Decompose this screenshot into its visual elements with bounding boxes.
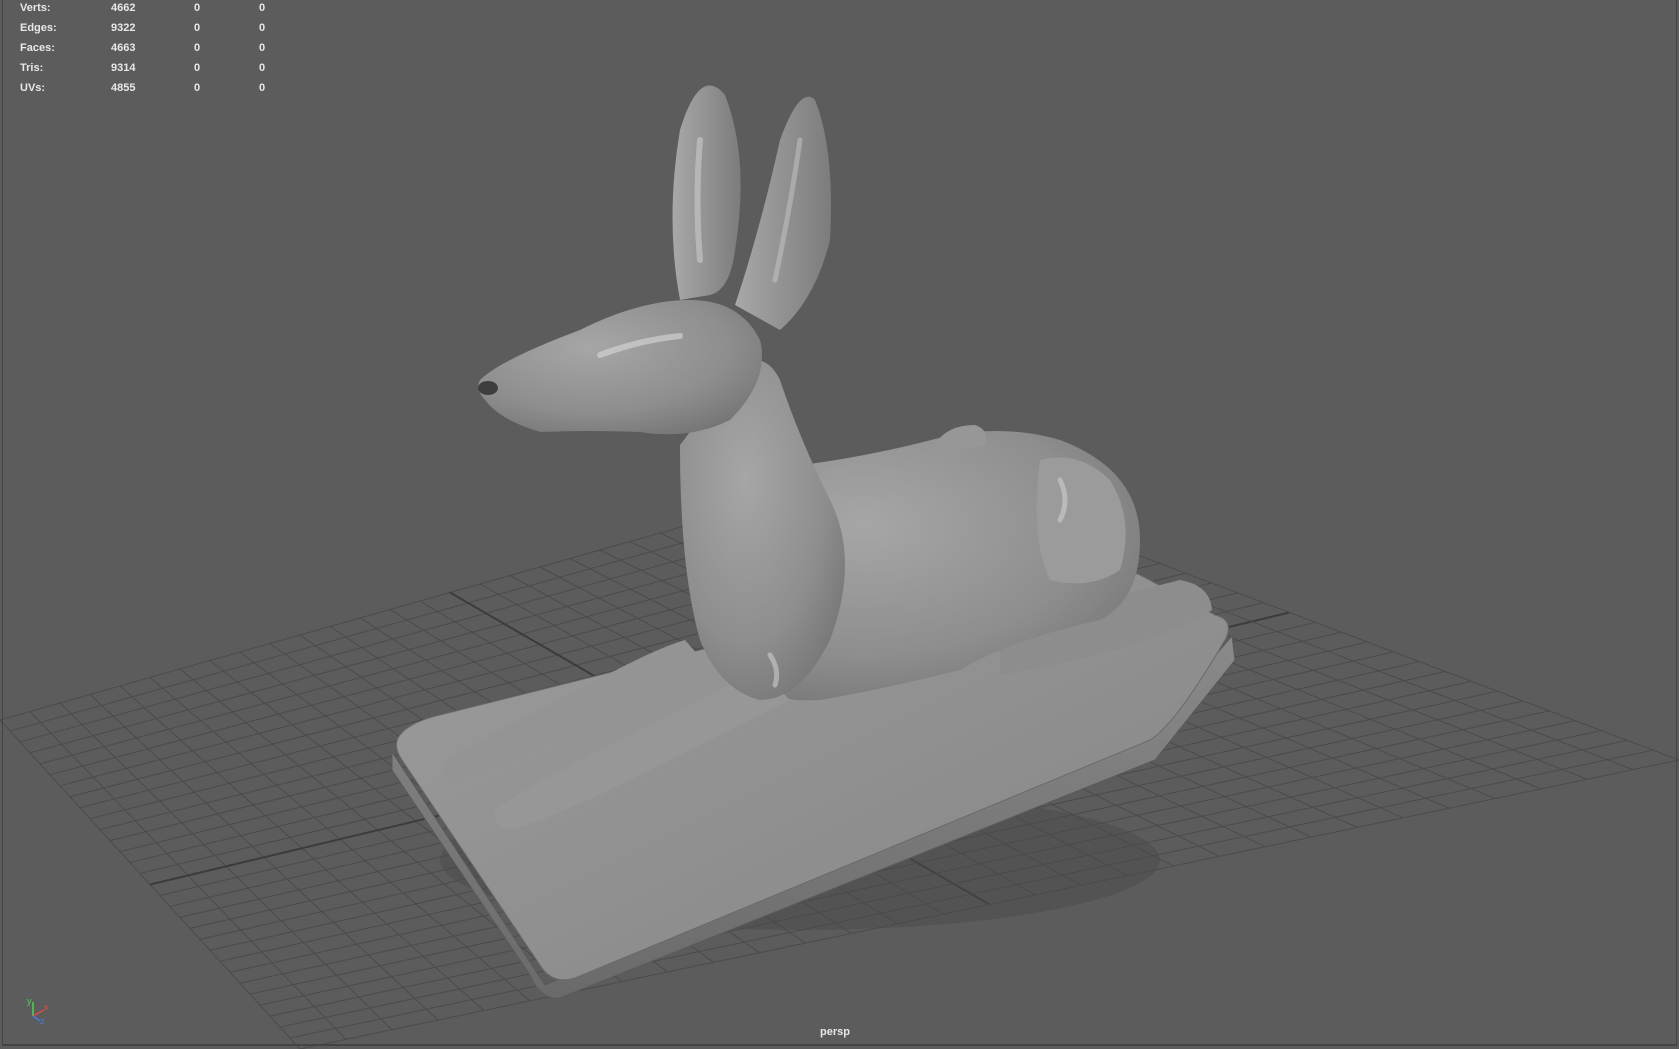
- y-axis-label: y: [27, 996, 32, 1006]
- hud-row-label: UVs:: [20, 82, 46, 94]
- axis-gizmo-icon: y x z: [27, 996, 49, 1024]
- hud-selected-value: 0: [194, 42, 201, 54]
- hud-row-label: Faces:: [20, 42, 55, 54]
- hud-selected-value: 0: [194, 22, 201, 34]
- hud-component-value: 0: [259, 22, 266, 34]
- hud-component-value: 0: [259, 42, 266, 54]
- 3d-viewport[interactable]: Verts: 4662 0 0 Edges: 9322 0 0 Faces: 4663 0 0 Tris…: [0, 0, 1679, 1049]
- z-axis-line: [32, 1015, 41, 1022]
- x-axis-label: x: [44, 1002, 49, 1012]
- hud-selected-value: 0: [194, 82, 201, 94]
- hud-selected-value: 0: [194, 2, 201, 14]
- z-axis-label: z: [40, 1016, 45, 1024]
- hud-total-value: 4663: [111, 42, 136, 54]
- hud-total-value: 9322: [111, 22, 136, 34]
- hud-component-value: 0: [259, 62, 266, 74]
- hud-total-value: 4662: [111, 2, 136, 14]
- hud-row-label: Tris:: [20, 62, 44, 74]
- hud-component-value: 0: [259, 2, 266, 14]
- hud-component-value: 0: [259, 82, 266, 94]
- hud-row-label: Edges:: [20, 22, 57, 34]
- hud-total-value: 4855: [111, 82, 136, 94]
- hud-selected-value: 0: [194, 62, 201, 74]
- scene-canvas[interactable]: [0, 0, 1679, 1049]
- camera-name-label: persp: [820, 1026, 850, 1038]
- hud-total-value: 9314: [111, 62, 136, 74]
- jackal-statue-model[interactable]: [391, 85, 1236, 999]
- hud-row-label: Verts:: [20, 2, 51, 14]
